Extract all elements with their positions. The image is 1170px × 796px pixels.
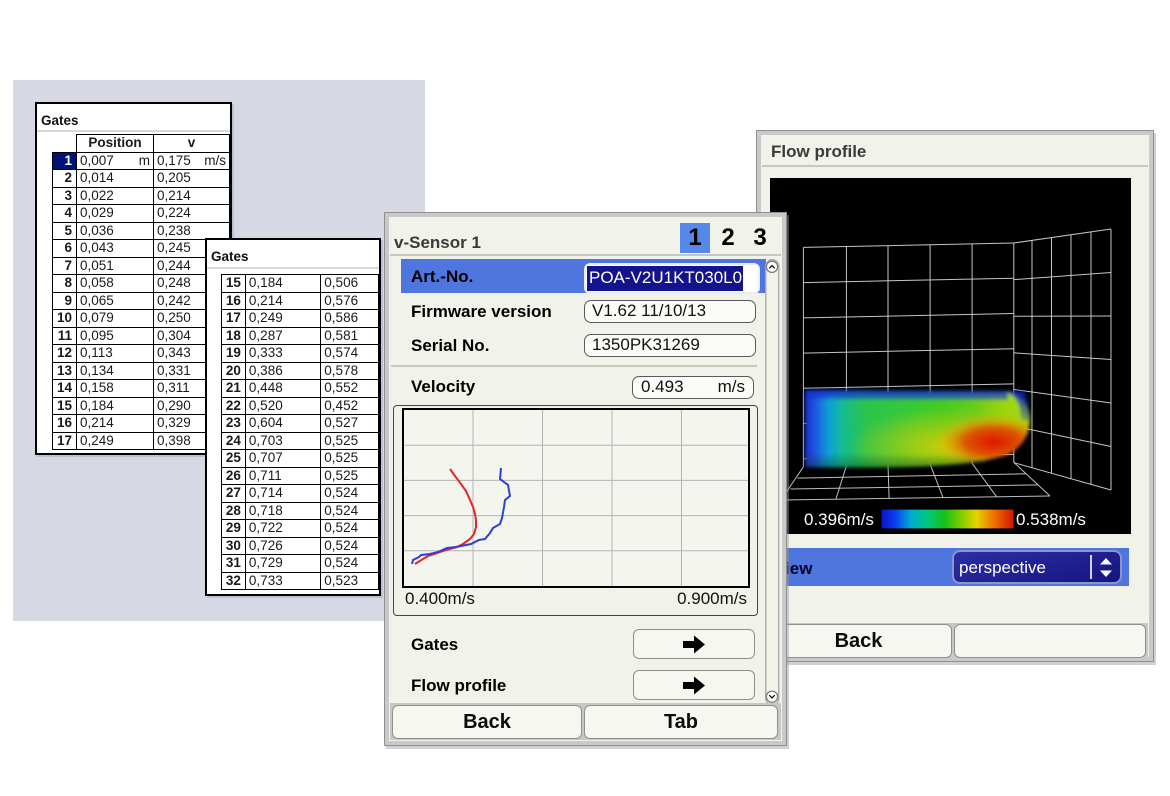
svg-text:0.396m/s: 0.396m/s <box>804 510 874 529</box>
svg-text:0.538m/s: 0.538m/s <box>1016 510 1086 529</box>
